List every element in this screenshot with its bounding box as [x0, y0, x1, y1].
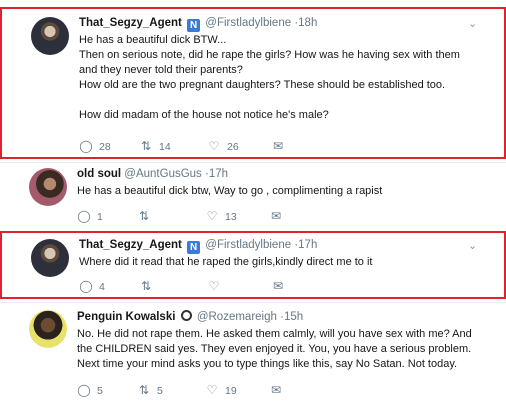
retweet-icon: ⇅ [140, 139, 152, 153]
retweet-count: 14 [159, 141, 171, 153]
tweet-text: Where did it read that he raped the girl… [79, 255, 489, 270]
retweet-icon: ⇅ [138, 209, 150, 223]
reply-icon: ◯ [79, 279, 93, 293]
reply-count: 5 [97, 385, 103, 397]
reply-count: 28 [99, 141, 111, 153]
badge-icon: N [187, 241, 201, 254]
reply-count: 1 [97, 211, 103, 223]
tweet-2[interactable]: old soul @AuntGusGus ·17h He has a beaut… [0, 163, 506, 229]
tweet-text: He has a beautiful dick BTW... Then on s… [79, 33, 489, 123]
like-count: 26 [227, 141, 239, 153]
tweet-line: Where did it read that he raped the girl… [79, 256, 373, 268]
tweet-line: How did madam of the house not notice he… [79, 109, 329, 121]
tweet-line: He has a beautiful dick BTW... [79, 34, 227, 46]
tweet-header: old soul @AuntGusGus ·17h [77, 168, 228, 180]
avatar[interactable] [29, 310, 67, 348]
tweet-header: That_Segzy_Agent N @Firstladylbiene ·18h [79, 17, 317, 32]
reply-count: 4 [99, 281, 105, 293]
retweet-icon: ⇅ [138, 383, 150, 397]
ring-emoji-icon [180, 310, 192, 321]
heart-icon: ♡ [206, 383, 218, 397]
chevron-down-icon[interactable]: ⌄ [468, 239, 477, 252]
tweet-4[interactable]: Penguin Kowalski @Rozemareigh ·15h No. H… [0, 303, 506, 406]
timestamp[interactable]: ·15h [280, 311, 303, 323]
like-button[interactable]: ♡ 13 [205, 209, 237, 223]
timestamp[interactable]: ·17h [205, 168, 228, 180]
tweet-line: How old are the two pregnant daughters? … [79, 79, 446, 91]
tweet-text: He has a beautiful dick btw, Way to go ,… [77, 184, 487, 199]
like-count: 19 [225, 385, 237, 397]
retweet-button[interactable]: ⇅ [137, 209, 157, 223]
tweet-header: That_Segzy_Agent N @Firstladylbiene ·17h [79, 239, 317, 254]
retweet-icon: ⇅ [140, 279, 152, 293]
envelope-icon: ✉ [270, 209, 282, 223]
avatar[interactable] [31, 239, 69, 277]
display-name[interactable]: old soul [77, 168, 121, 180]
like-button[interactable]: ♡ 19 [205, 383, 237, 397]
user-handle[interactable]: @Firstladylbiene [205, 239, 291, 251]
heart-icon: ♡ [208, 279, 220, 293]
envelope-icon: ✉ [270, 383, 282, 397]
message-button[interactable]: ✉ [271, 279, 291, 293]
tweet-header: Penguin Kowalski @Rozemareigh ·15h [77, 310, 303, 323]
timestamp[interactable]: ·17h [294, 239, 317, 251]
tweet-1[interactable]: That_Segzy_Agent N @Firstladylbiene ·18h… [0, 7, 506, 159]
avatar[interactable] [29, 168, 67, 206]
message-button[interactable]: ✉ [271, 139, 291, 153]
badge-icon: N [187, 19, 201, 32]
tweet-3[interactable]: That_Segzy_Agent N @Firstladylbiene ·17h… [0, 231, 506, 299]
user-handle[interactable]: @Rozemareigh [197, 311, 277, 323]
reply-icon: ◯ [77, 209, 91, 223]
tweet-text: No. He did not rape them. He asked them … [77, 327, 487, 372]
envelope-icon: ✉ [272, 279, 284, 293]
like-button[interactable]: ♡ 26 [207, 139, 239, 153]
retweet-button[interactable]: ⇅ 14 [139, 139, 171, 153]
retweet-button[interactable]: ⇅ 5 [137, 383, 163, 397]
user-handle[interactable]: @Firstladylbiene [205, 17, 291, 29]
reply-icon: ◯ [77, 383, 91, 397]
display-name[interactable]: Penguin Kowalski [77, 311, 175, 323]
heart-icon: ♡ [208, 139, 220, 153]
message-button[interactable]: ✉ [269, 209, 289, 223]
display-name[interactable]: That_Segzy_Agent [79, 17, 182, 29]
message-button[interactable]: ✉ [269, 383, 289, 397]
chevron-down-icon[interactable]: ⌄ [468, 17, 477, 30]
retweet-button[interactable]: ⇅ [139, 279, 159, 293]
tweet-line: No. He did not rape them. He asked them … [77, 328, 472, 340]
display-name[interactable]: That_Segzy_Agent [79, 239, 182, 251]
tweet-line: Next time your mind asks you to type thi… [77, 358, 458, 370]
tweet-line: and they never told their parents? [79, 64, 243, 76]
like-button[interactable]: ♡ [207, 279, 227, 293]
tweet-line: Then on serious note, did he rape the gi… [79, 49, 460, 61]
tweet-line: the CHILDREN said yes. They even enjoyed… [77, 343, 472, 355]
timestamp[interactable]: ·18h [294, 17, 317, 29]
envelope-icon: ✉ [272, 139, 284, 153]
reply-button[interactable]: ◯ 1 [77, 209, 103, 223]
heart-icon: ♡ [206, 209, 218, 223]
reply-icon: ◯ [79, 139, 93, 153]
tweet-line: He has a beautiful dick btw, Way to go ,… [77, 185, 383, 197]
reply-button[interactable]: ◯ 28 [79, 139, 111, 153]
retweet-count: 5 [157, 385, 163, 397]
user-handle[interactable]: @AuntGusGus [124, 168, 202, 180]
like-count: 13 [225, 211, 237, 223]
reply-button[interactable]: ◯ 5 [77, 383, 103, 397]
reply-button[interactable]: ◯ 4 [79, 279, 105, 293]
avatar[interactable] [31, 17, 69, 55]
